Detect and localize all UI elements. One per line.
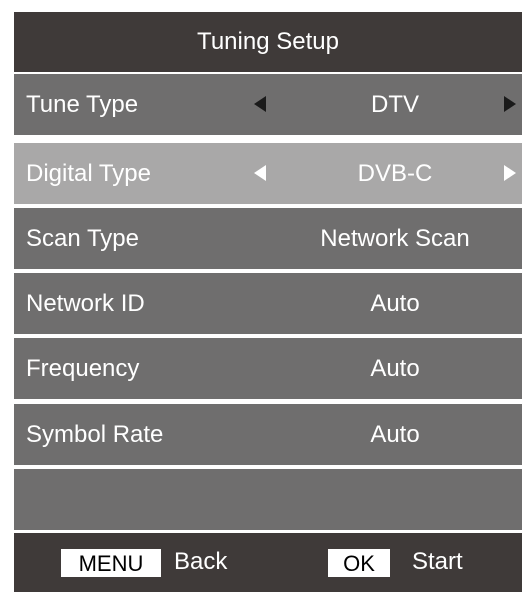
symbol-rate-value: Auto	[370, 420, 420, 448]
network-id-label: Network ID	[26, 289, 145, 317]
frequency-value: Auto	[370, 354, 420, 382]
tune-type-label: Tune Type	[26, 90, 139, 118]
frequency-row[interactable]: Frequency Auto	[14, 338, 522, 399]
ok-key[interactable]: OK	[328, 549, 390, 577]
symbol-rate-row[interactable]: Symbol Rate Auto	[14, 404, 522, 465]
menu-title: Tuning Setup	[14, 12, 522, 72]
footer-bar: MENU Back OK Start	[14, 533, 522, 592]
scan-type-value: Network Scan	[320, 224, 470, 252]
tuning-setup-menu: Tuning Setup Tune Type DTV Digital Type …	[14, 12, 522, 592]
network-id-value: Auto	[370, 289, 420, 317]
tune-type-value: DTV	[371, 90, 419, 118]
triangle-left-icon[interactable]	[254, 165, 266, 181]
scan-type-label: Scan Type	[26, 224, 139, 252]
network-id-row[interactable]: Network ID Auto	[14, 273, 522, 334]
digital-type-label: Digital Type	[26, 159, 151, 187]
triangle-left-icon[interactable]	[254, 96, 266, 112]
symbol-rate-label: Symbol Rate	[26, 420, 164, 448]
start-label: Start	[412, 548, 463, 575]
tune-type-row[interactable]: Tune Type DTV	[14, 74, 522, 135]
digital-type-value: DVB-C	[357, 159, 433, 187]
triangle-right-icon[interactable]	[504, 165, 516, 181]
triangle-right-icon[interactable]	[504, 96, 516, 112]
empty-row	[14, 469, 522, 530]
digital-type-row[interactable]: Digital Type DVB-C	[14, 143, 522, 204]
frequency-label: Frequency	[26, 354, 140, 382]
menu-key[interactable]: MENU	[61, 549, 161, 577]
back-label: Back	[174, 548, 228, 575]
scan-type-row[interactable]: Scan Type Network Scan	[14, 208, 522, 269]
